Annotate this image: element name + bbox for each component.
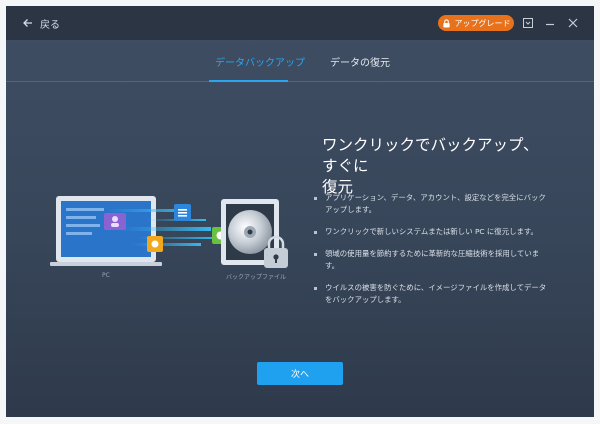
bullet-dot: [314, 287, 317, 290]
pc-caption: PC: [102, 272, 110, 279]
minimize-to-tray-icon: [523, 18, 533, 28]
close-icon: [568, 18, 578, 28]
back-label: 戻る: [40, 19, 60, 31]
list-item: ウイルスの被害を防ぐために、イメージファイルを作成してデータをバックアップします…: [310, 282, 548, 306]
bullet-dot: [314, 197, 317, 200]
app-window: 戻る アップグレード データバックアップ データの復元 PC バックアップファイ…: [6, 6, 594, 417]
lock-icon: [442, 18, 450, 28]
bullet-dot: [314, 253, 317, 256]
feature-list: アプリケーション、データ、アカウント、設定などを完全にバックアップします。 ワン…: [310, 192, 548, 316]
close-button[interactable]: [566, 16, 580, 30]
feature-text: ワンクリックで新しいシステムまたは新しい PC に復元します。: [325, 227, 538, 236]
tab-data-restore[interactable]: データの復元: [330, 54, 390, 69]
list-item: 領域の使用量を節約するために革新的な圧縮技術を採用しています。: [310, 248, 548, 272]
feature-text: 領域の使用量を節約するために革新的な圧縮技術を採用しています。: [325, 249, 540, 270]
tab-data-backup[interactable]: データバックアップ: [215, 54, 305, 69]
active-tab-indicator: [209, 80, 288, 82]
bullet-dot: [314, 231, 317, 234]
upgrade-label: アップグレード: [454, 18, 511, 28]
title-bar: 戻る アップグレード: [6, 6, 594, 40]
page-heading: ワンクリックでバックアップ、すぐに 復元: [322, 135, 547, 198]
tab-bar: データバックアップ データの復元: [6, 40, 594, 82]
feature-text: アプリケーション、データ、アカウント、設定などを完全にバックアップします。: [325, 193, 546, 214]
back-button[interactable]: 戻る: [22, 15, 60, 31]
minimize-button[interactable]: [543, 16, 557, 30]
arrow-left-icon: [23, 19, 32, 27]
list-item: アプリケーション、データ、アカウント、設定などを完全にバックアップします。: [310, 192, 548, 216]
upgrade-button[interactable]: アップグレード: [438, 15, 514, 31]
minimize-icon: [546, 23, 554, 26]
heading-line-1: ワンクリックでバックアップ、すぐに: [322, 136, 539, 175]
list-item: ワンクリックで新しいシステムまたは新しい PC に復元します。: [310, 226, 548, 238]
next-button[interactable]: 次へ: [257, 362, 343, 385]
backup-file-caption: バックアップファイル: [226, 274, 287, 281]
feature-text: ウイルスの被害を防ぐために、イメージファイルを作成してデータをバックアップします…: [325, 283, 547, 304]
minimize-to-tray-button[interactable]: [521, 16, 535, 30]
